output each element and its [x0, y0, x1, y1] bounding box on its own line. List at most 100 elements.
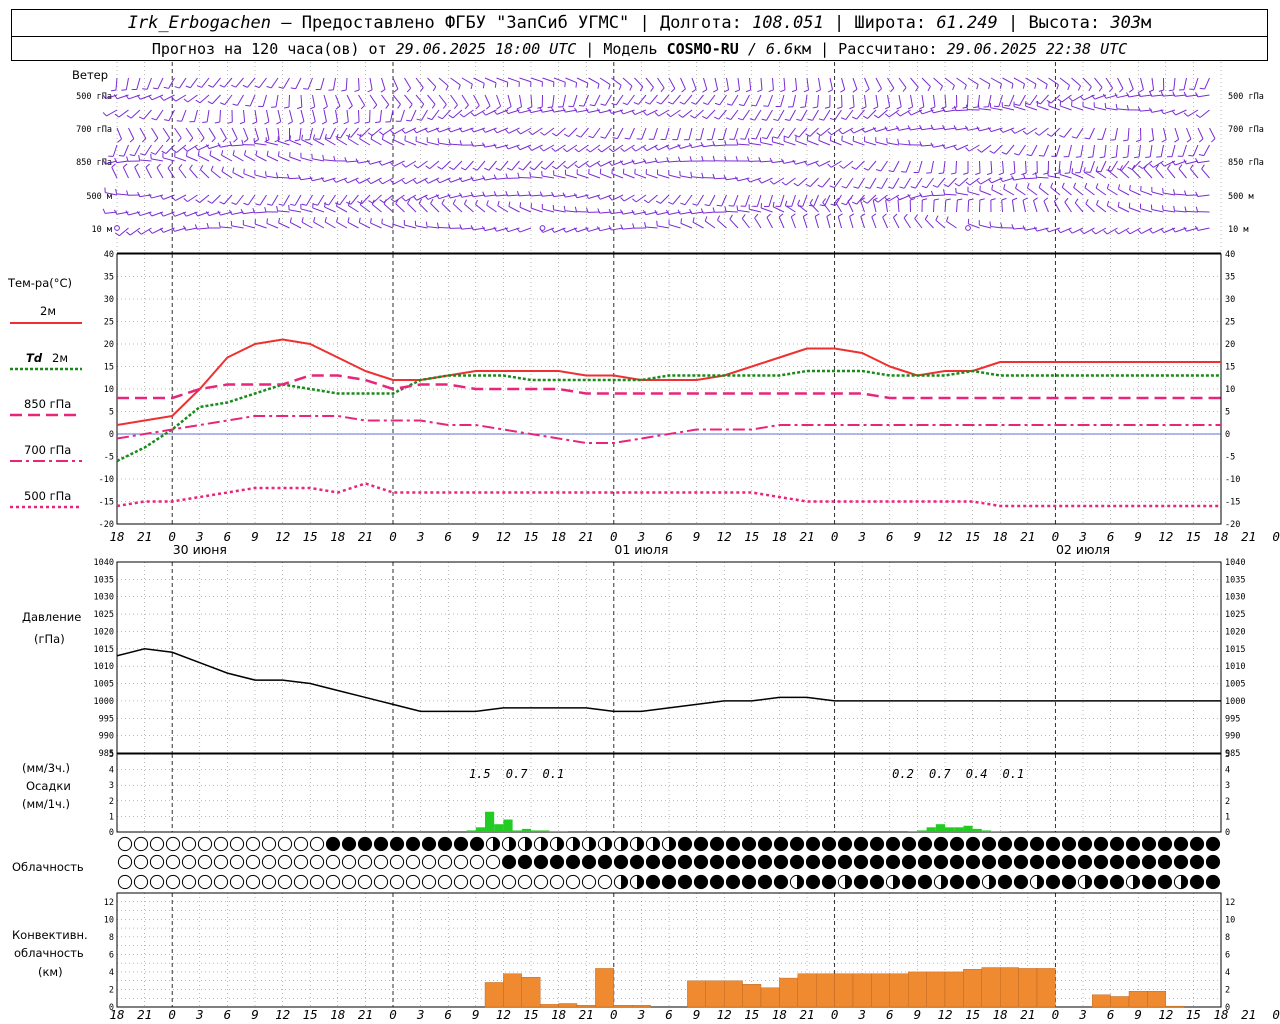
cloud-cover-symbol — [293, 836, 309, 852]
wind-barb-flag — [784, 118, 790, 122]
cloud-cover-symbol — [677, 874, 693, 890]
wind-barb — [254, 174, 267, 179]
conv-bar — [1110, 996, 1130, 1008]
wind-barb — [933, 109, 946, 114]
wind-barb-flag — [818, 135, 820, 141]
wind-barb — [294, 194, 302, 206]
wind-barb — [599, 77, 611, 85]
wind-barb-flag — [902, 87, 907, 92]
wind-barb — [841, 77, 846, 90]
wind-barb — [496, 94, 502, 107]
wind-barb-flag — [964, 84, 967, 90]
wind-barb-flag — [596, 194, 601, 200]
cloud-cover-symbol — [437, 854, 453, 870]
cloud-cover-symbol — [405, 836, 421, 852]
wind-barb — [772, 77, 774, 91]
cloud-cover-half — [845, 875, 852, 889]
wind-barb — [1013, 106, 1026, 111]
y-tick-label-right: 1040 — [1225, 558, 1245, 568]
x-tick-label: 15 — [1186, 529, 1201, 544]
wind-barb-flag — [1084, 182, 1088, 188]
wind-barb — [676, 127, 681, 140]
wind-barb — [691, 77, 697, 90]
wind-barb — [155, 144, 164, 155]
wind-barb-flag — [965, 181, 971, 186]
cloud-cover-half — [525, 837, 532, 851]
wind-barb-flag — [264, 206, 267, 213]
x-tick-label: 21 — [579, 1007, 594, 1022]
wind-barb — [163, 94, 175, 101]
wind-barb-flag — [692, 203, 698, 206]
y-tick-label-left: 20 — [104, 340, 114, 350]
wind-barb-flag — [418, 198, 423, 204]
wind-barb-flag — [255, 203, 261, 206]
wind-barb — [680, 222, 693, 229]
wind-barb — [301, 221, 313, 229]
wind-barb — [722, 127, 727, 140]
wind-barb — [1025, 77, 1037, 85]
wind-barb — [668, 174, 681, 179]
wind-barb — [392, 223, 405, 229]
wind-barb — [887, 142, 900, 146]
wind-barb — [682, 109, 693, 118]
wind-barb — [789, 109, 796, 121]
wind-barb-flag — [950, 172, 956, 175]
wind-barb-flag — [244, 150, 247, 156]
wind-barb — [553, 194, 566, 198]
cloud-cover-symbol — [165, 836, 181, 852]
wind-barb-flag — [219, 201, 225, 205]
wind-barb — [754, 109, 762, 121]
wind-barb — [1163, 94, 1176, 97]
wind-barb-flag — [448, 139, 451, 145]
cloud-cover-symbol — [181, 854, 197, 870]
wind-barb — [1189, 168, 1199, 179]
wind-barb-flag — [1011, 83, 1014, 89]
wind-barb-flag — [692, 217, 695, 223]
wind-barb-flag — [791, 89, 797, 93]
wind-barb-flag — [313, 217, 316, 223]
wind-barb — [565, 174, 578, 179]
meteogram: Ветер Тем-ра(°C) 2м Td 2м 850 гПа 700 гП… — [7, 62, 1280, 1022]
wind-barb — [1048, 175, 1061, 179]
wind-barb — [231, 127, 238, 140]
wind-barb — [543, 144, 555, 152]
x-tick-label: 15 — [965, 1007, 980, 1022]
wind-barb — [956, 199, 958, 213]
wind-barb — [271, 194, 279, 206]
wind-barb-flag — [312, 203, 318, 206]
wind-barb-flag — [425, 165, 431, 170]
precip-bar — [521, 828, 531, 832]
wind-barb — [1005, 144, 1015, 155]
wind-barb — [772, 141, 785, 146]
wind-barb — [211, 94, 221, 105]
wind-barb — [665, 127, 670, 140]
y-tick-label-right: 0 — [1225, 430, 1230, 440]
wind-barb-flag — [126, 156, 129, 162]
cloud-cover-half — [1037, 875, 1044, 889]
wind-barb — [115, 77, 118, 90]
wind-barb-flag — [691, 88, 697, 93]
cloud-cover-symbol — [1173, 854, 1189, 870]
wind-barb-flag — [138, 154, 141, 161]
y-tick-label-right: 25 — [1225, 318, 1235, 328]
wind-barb-flag — [189, 137, 194, 143]
x-tick-label: 9 — [693, 1007, 701, 1022]
wind-barb-flag — [805, 183, 811, 188]
wind-barb-flag — [156, 163, 161, 168]
wind-barb-flag — [1012, 197, 1018, 201]
wind-barb — [552, 94, 555, 107]
wind-barb — [371, 204, 382, 213]
wind-barb-flag — [620, 147, 625, 152]
wind-barb — [691, 211, 704, 215]
x-tick-label: 3 — [857, 529, 866, 544]
wind-barb — [350, 127, 359, 138]
wind-barb-flag — [680, 218, 683, 224]
wind-barb — [867, 160, 877, 171]
wind-barb — [921, 127, 934, 131]
wind-barb-flag — [254, 85, 260, 89]
cloud-cover-symbol — [165, 854, 181, 870]
wind-barb — [300, 94, 303, 108]
wind-barb-flag — [1050, 182, 1054, 188]
wind-barb — [199, 94, 210, 104]
cloud-cover-symbol — [181, 874, 197, 890]
